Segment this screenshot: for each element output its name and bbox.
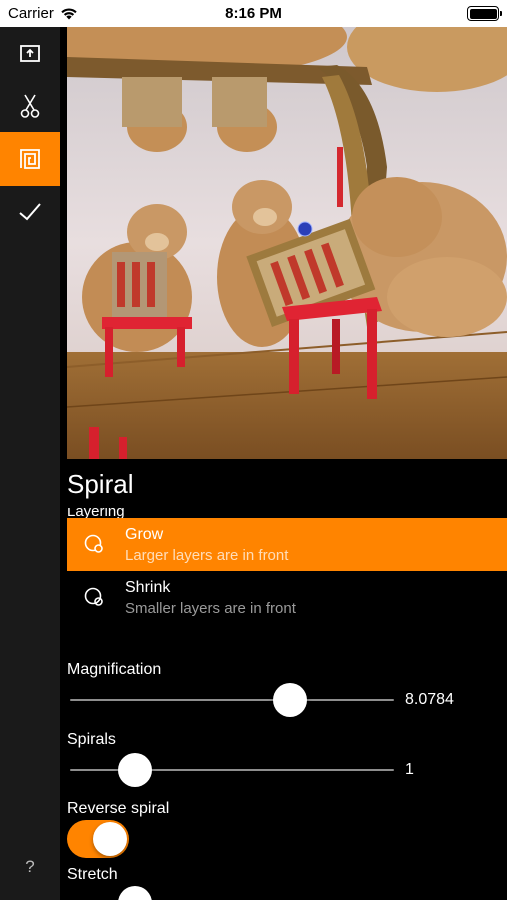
clock: 8:16 PM xyxy=(225,5,282,22)
image-preview[interactable] xyxy=(67,27,507,459)
layering-option-grow[interactable]: Grow Larger layers are in front xyxy=(67,518,507,571)
magnification-label: Magnification xyxy=(67,661,162,678)
tool-sidebar: ? xyxy=(0,27,60,900)
panel-title: Spiral xyxy=(67,469,134,499)
spirals-slider[interactable] xyxy=(70,752,394,788)
magnification-slider[interactable] xyxy=(70,682,394,718)
shrink-option-title: Shrink xyxy=(125,579,171,596)
spirals-label: Spirals xyxy=(67,731,116,748)
spiral-tool-button[interactable] xyxy=(0,132,60,186)
layering-option-shrink[interactable]: Shrink Smaller layers are in front xyxy=(67,571,507,624)
cut-button[interactable] xyxy=(0,79,60,133)
export-icon xyxy=(20,45,40,62)
spiral-settings-panel: Spiral Layering Grow Larger layers are i… xyxy=(67,459,507,900)
spirals-value: 1 xyxy=(405,761,414,778)
magnification-value: 8.0784 xyxy=(405,691,454,708)
reverse-spiral-toggle-knob xyxy=(93,822,127,856)
status-bar: Carrier 8:16 PM xyxy=(0,0,507,27)
spiral-icon xyxy=(20,149,40,169)
help-button[interactable]: ? xyxy=(0,857,60,877)
grow-layers-icon xyxy=(84,534,103,553)
stretch-slider-thumb[interactable] xyxy=(117,886,152,900)
stretch-label: Stretch xyxy=(67,866,118,883)
shrink-layers-icon xyxy=(84,587,103,606)
done-button[interactable] xyxy=(0,185,60,239)
stretch-slider[interactable] xyxy=(70,885,394,900)
shrink-option-subtitle: Smaller layers are in front xyxy=(125,600,296,617)
checkmark-icon xyxy=(19,203,41,221)
battery-icon xyxy=(467,6,502,21)
grow-option-title: Grow xyxy=(125,526,164,543)
grow-option-subtitle: Larger layers are in front xyxy=(125,547,289,564)
magnification-slider-thumb[interactable] xyxy=(273,683,308,717)
export-button[interactable] xyxy=(0,27,60,81)
magnification-slider-track xyxy=(70,699,394,701)
reverse-spiral-label: Reverse spiral xyxy=(67,800,170,817)
spirals-slider-thumb[interactable] xyxy=(117,753,152,787)
reverse-spiral-toggle[interactable] xyxy=(67,820,129,858)
droste-teddy-bear-image xyxy=(67,27,507,459)
scissors-icon xyxy=(20,94,40,118)
